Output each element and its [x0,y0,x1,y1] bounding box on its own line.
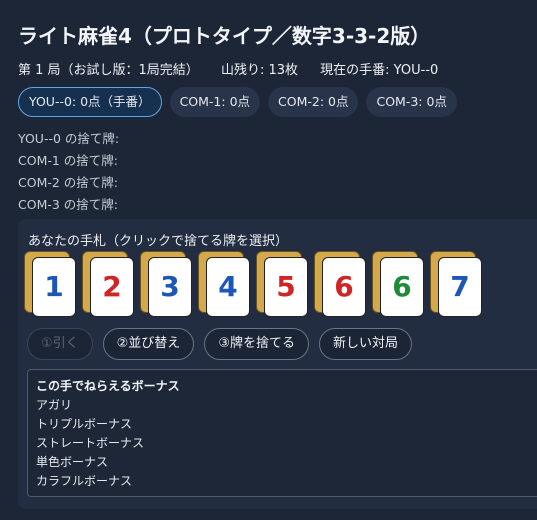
hand-tile[interactable]: 3 [140,251,192,317]
bonus-item: カラフルボーナス [36,474,133,488]
round-info: 第 1 局（お試し版：1局完結） [18,63,199,78]
bonus-item: トリプルボーナス [36,417,133,431]
action-bar: ①引く ②並び替え ③牌を捨てる 新しい対局 [27,328,412,360]
hand-tile[interactable]: 2 [82,251,134,317]
player-pill-com1: COM-1: 0点 [169,87,261,117]
hand-tile[interactable]: 1 [24,251,76,317]
hand-tile[interactable]: 6 [372,251,424,317]
wall-remaining: 山残り: 13枚 [220,63,299,78]
draw-button[interactable]: ①引く [27,328,93,360]
tile-face: 6 [380,257,424,317]
status-bar: 第 1 局（お試し版：1局完結） 山残り: 13枚 現在の手番: YOU--0 [18,59,456,78]
tile-face: 4 [206,257,250,317]
hand-panel: あなたの手札（クリックで捨てる牌を選択） 1 2 3 4 5 6 6 7 ①引く… [18,219,537,509]
bonus-item: 単色ボーナス [36,455,109,469]
current-turn: 現在の手番: YOU--0 [320,63,439,78]
page-title: ライト麻雀4（プロトタイプ／数字3-3-2版） [18,24,431,48]
player-pill-com2: COM-2: 0点 [268,87,359,117]
tile-face: 7 [438,257,482,317]
bonus-panel: この手でねらえるボーナス アガリ トリプルボーナス ストレートボーナス 単色ボー… [27,369,537,497]
tile-face: 2 [90,257,134,317]
player-pill-com3: COM-3: 0点 [366,87,457,117]
discard-row-com1: COM-1 の捨て牌: [18,153,119,168]
tile-face: 6 [322,257,366,317]
discard-row-com3: COM-3 の捨て牌: [18,197,119,212]
player-scores: YOU--0: 0点（手番） COM-1: 0点 COM-2: 0点 COM-3… [18,87,457,117]
discard-list: YOU--0 の捨て牌: COM-1 の捨て牌: COM-2 の捨て牌: COM… [18,128,119,216]
player-pill-you: YOU--0: 0点（手番） [18,87,162,117]
hand-tile[interactable]: 6 [314,251,366,317]
tile-face: 1 [32,257,76,317]
hand-tile[interactable]: 4 [198,251,250,317]
hand-tiles: 1 2 3 4 5 6 6 7 [24,251,537,339]
tile-face: 3 [148,257,192,317]
hand-label: あなたの手札（クリックで捨てる牌を選択） [28,234,289,249]
discard-button[interactable]: ③牌を捨てる [204,328,309,360]
tile-face: 5 [264,257,308,317]
bonus-item: アガリ [36,398,73,412]
sort-button[interactable]: ②並び替え [102,328,195,360]
app-window: ライト麻雀4（プロトタイプ／数字3-3-2版） 第 1 局（お試し版：1局完結）… [0,0,537,520]
bonus-title: この手でねらえるボーナス [36,379,180,393]
hand-tile[interactable]: 7 [430,251,482,317]
discard-row-you: YOU--0 の捨て牌: [18,131,120,146]
discard-row-com2: COM-2 の捨て牌: [18,175,119,190]
new-game-button[interactable]: 新しい対局 [318,328,412,360]
hand-tile[interactable]: 5 [256,251,308,317]
bonus-item: ストレートボーナス [36,436,145,450]
